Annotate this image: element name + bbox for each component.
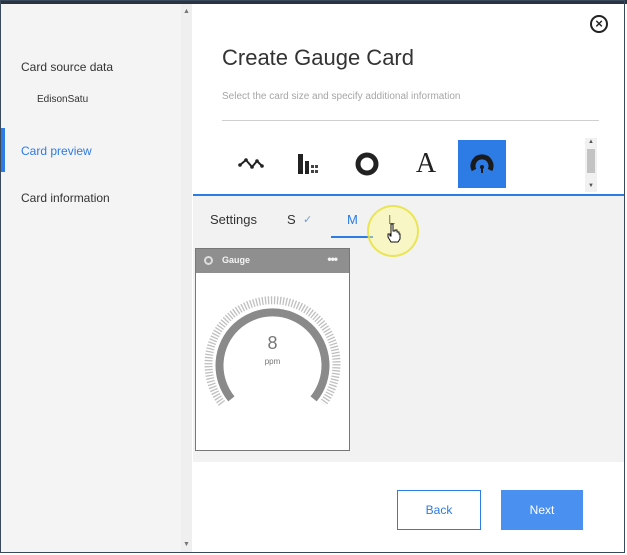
window-frame bbox=[0, 0, 625, 553]
